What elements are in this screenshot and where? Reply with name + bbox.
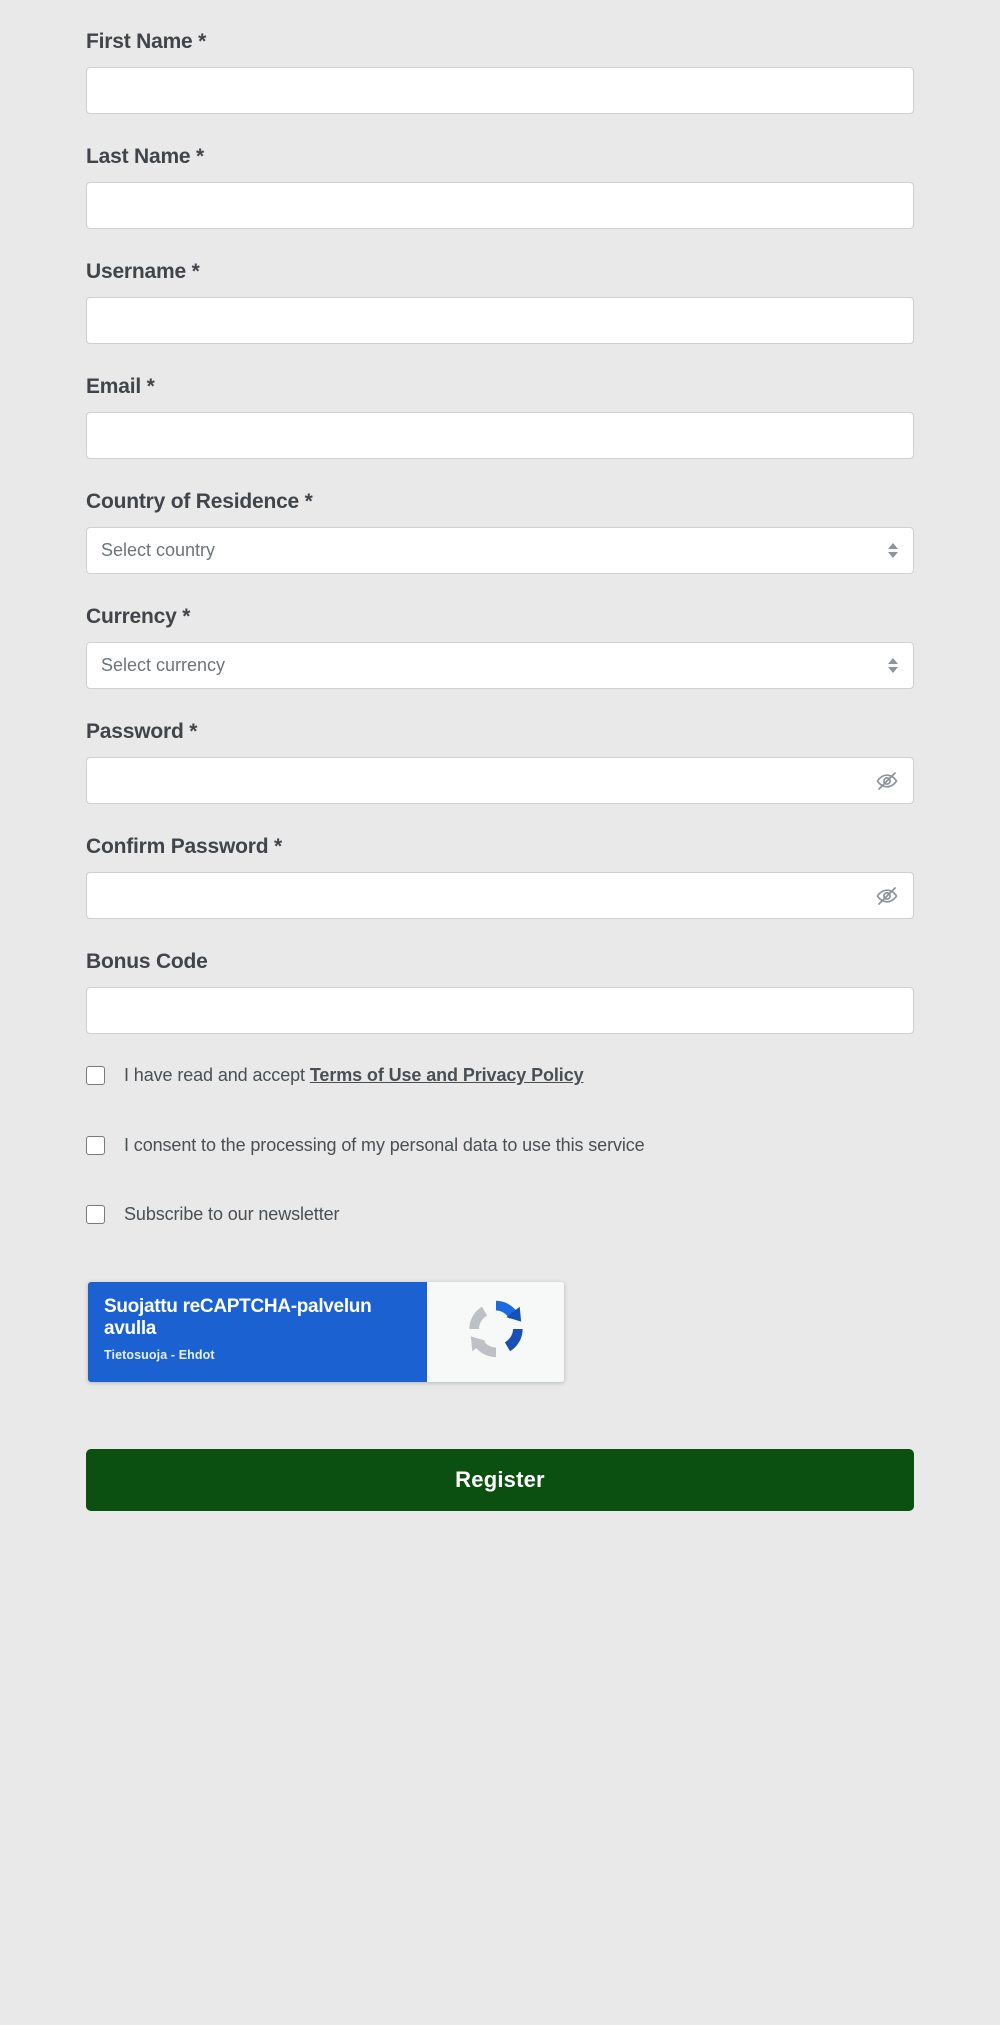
- field-country: Country of Residence * Select country: [86, 490, 914, 574]
- recaptcha-badge[interactable]: Suojattu reCAPTCHA-palvelun avulla Tieto…: [88, 1281, 564, 1382]
- confirm-password-visibility-toggle[interactable]: [868, 872, 906, 919]
- consent-checkbox-group: I have read and accept Terms of Use and …: [86, 1065, 914, 1226]
- eye-slash-icon: [875, 769, 899, 793]
- currency-select-value: Select currency: [101, 655, 226, 675]
- country-select[interactable]: Select country: [86, 527, 914, 574]
- label-first-name: First Name *: [86, 30, 207, 53]
- password-input[interactable]: [86, 757, 914, 804]
- field-first-name: First Name *: [86, 30, 914, 114]
- password-visibility-toggle[interactable]: [868, 757, 906, 804]
- field-confirm-password: Confirm Password *: [86, 835, 914, 919]
- recaptcha-logo-icon: [459, 1292, 533, 1371]
- field-email: Email *: [86, 375, 914, 459]
- terms-of-use-link[interactable]: Terms of Use and Privacy Policy: [310, 1065, 584, 1085]
- terms-label-text: I have read and accept: [124, 1065, 310, 1085]
- country-select-value: Select country: [101, 540, 216, 560]
- newsletter-checkbox-label: Subscribe to our newsletter: [124, 1204, 340, 1225]
- label-email: Email *: [86, 375, 155, 398]
- email-input[interactable]: [86, 412, 914, 459]
- confirm-password-input-shell: [86, 872, 914, 919]
- eye-slash-icon: [875, 884, 899, 908]
- register-button[interactable]: Register: [86, 1448, 914, 1511]
- field-currency: Currency * Select currency: [86, 605, 914, 689]
- label-confirm-password: Confirm Password *: [86, 835, 282, 858]
- checkbox-row-terms: I have read and accept Terms of Use and …: [86, 1065, 914, 1087]
- checkbox-row-consent: I consent to the processing of my person…: [86, 1135, 914, 1157]
- label-last-name: Last Name *: [86, 145, 205, 168]
- bonus-code-input[interactable]: [86, 987, 914, 1034]
- registration-form: First Name * Last Name * Username * Emai…: [0, 0, 1000, 1511]
- recaptcha-text-panel: Suojattu reCAPTCHA-palvelun avulla Tieto…: [88, 1281, 427, 1382]
- recaptcha-links: Tietosuoja - Ehdot: [104, 1348, 411, 1362]
- currency-select-shell: Select currency: [86, 642, 914, 689]
- label-password: Password *: [86, 720, 198, 743]
- consent-checkbox-label: I consent to the processing of my person…: [124, 1134, 645, 1155]
- country-select-shell: Select country: [86, 527, 914, 574]
- terms-checkbox-label: I have read and accept Terms of Use and …: [124, 1065, 584, 1087]
- checkbox-row-newsletter: Subscribe to our newsletter: [86, 1204, 914, 1226]
- recaptcha-title: Suojattu reCAPTCHA-palvelun avulla: [104, 1295, 372, 1340]
- recaptcha-logo-panel: [427, 1281, 564, 1382]
- label-username: Username *: [86, 260, 200, 283]
- terms-checkbox[interactable]: [86, 1066, 105, 1086]
- username-input[interactable]: [86, 297, 914, 344]
- field-username: Username *: [86, 260, 914, 344]
- first-name-input[interactable]: [86, 67, 914, 114]
- consent-checkbox[interactable]: [86, 1135, 105, 1155]
- label-currency: Currency *: [86, 605, 191, 628]
- field-password: Password *: [86, 720, 914, 804]
- confirm-password-input[interactable]: [86, 872, 914, 919]
- recaptcha-privacy-link[interactable]: Tietosuoja - Ehdot: [104, 1348, 215, 1362]
- last-name-input[interactable]: [86, 182, 914, 229]
- currency-select[interactable]: Select currency: [86, 642, 914, 689]
- label-bonus-code: Bonus Code: [86, 950, 208, 973]
- field-last-name: Last Name *: [86, 145, 914, 229]
- newsletter-checkbox[interactable]: [86, 1205, 105, 1225]
- password-input-shell: [86, 757, 914, 804]
- field-bonus-code: Bonus Code: [86, 950, 914, 1034]
- label-country: Country of Residence *: [86, 490, 313, 513]
